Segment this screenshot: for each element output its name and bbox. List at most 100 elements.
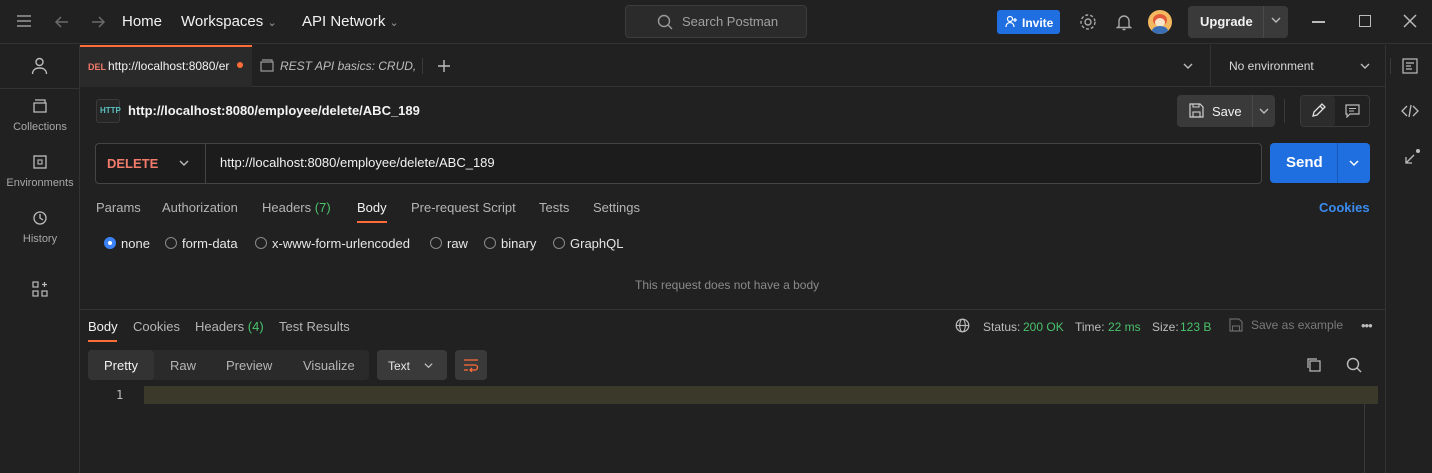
environment-select[interactable]: No environment [1210, 45, 1385, 87]
chevron-down-icon: ⌄ [267, 17, 277, 29]
size-label: Size: [1152, 320, 1179, 334]
search-placeholder: Search Postman [682, 14, 779, 29]
maximize-icon[interactable] [1359, 15, 1371, 27]
chevron-down-icon[interactable] [1348, 157, 1360, 169]
cookies-link[interactable]: Cookies [1319, 200, 1370, 215]
forward-arrow-icon[interactable] [90, 14, 106, 30]
user-icon[interactable] [31, 57, 48, 75]
edit-button[interactable] [1301, 96, 1335, 126]
new-tab-icon[interactable] [437, 59, 451, 73]
search-icon[interactable] [1346, 357, 1362, 373]
request-tab-active[interactable]: DEL http://localhost:8080/er [80, 45, 252, 87]
status-label: Status: [983, 320, 1021, 334]
wrap-lines-button[interactable] [455, 350, 487, 380]
save-as-example-button[interactable]: Save as example [1251, 318, 1343, 332]
chevron-down-icon [1359, 60, 1371, 72]
resp-tab-cookies[interactable]: Cookies [133, 319, 180, 334]
tab-title: REST API basics: CRUD, [280, 59, 417, 73]
format-select[interactable]: Text [377, 350, 447, 380]
avatar[interactable] [1148, 10, 1172, 34]
tab-pre-request-script[interactable]: Pre-request Script [411, 200, 516, 215]
chevron-down-icon [178, 157, 190, 169]
radio-label: form-data [182, 236, 238, 251]
copy-icon[interactable] [1306, 357, 1322, 373]
request-title[interactable]: http://localhost:8080/employee/delete/AB… [128, 103, 420, 118]
invite-button[interactable]: Invite [997, 10, 1060, 34]
nav-home[interactable]: Home [122, 13, 162, 30]
method-label: DELETE [107, 156, 159, 171]
sidebar-item-collections[interactable]: Collections [0, 96, 80, 138]
status-value[interactable]: 200 OK [1023, 320, 1064, 334]
send-button[interactable]: Send [1270, 143, 1370, 183]
invite-label: Invite [1022, 16, 1054, 30]
nav-workspaces-label: Workspaces [181, 13, 264, 30]
view-raw[interactable]: Raw [170, 358, 196, 373]
wrap-lines-icon [463, 358, 479, 372]
response-code-line[interactable] [144, 386, 1378, 404]
radio-label: binary [501, 236, 537, 251]
tab-tests[interactable]: Tests [539, 200, 569, 215]
sidebar-item-environments[interactable]: Environments [0, 152, 80, 194]
view-pretty-label: Pretty [104, 358, 138, 373]
nav-workspaces[interactable]: Workspaces ⌄ [181, 13, 277, 30]
chevron-down-icon[interactable] [1270, 14, 1282, 26]
bell-icon[interactable] [1116, 13, 1132, 31]
active-tab-underline [88, 340, 117, 342]
sidebar-item-history[interactable]: History [0, 208, 80, 250]
upgrade-button[interactable]: Upgrade [1188, 6, 1288, 38]
save-button[interactable]: Save [1177, 95, 1275, 127]
headers-count: (7) [314, 200, 331, 215]
view-preview[interactable]: Preview [226, 358, 272, 373]
tab-params[interactable]: Params [96, 200, 141, 215]
url-bar: DELETE http://localhost:8080/employee/de… [95, 143, 1262, 184]
url-input[interactable]: http://localhost:8080/employee/delete/AB… [220, 155, 495, 170]
resp-tab-headers[interactable]: Headers (4) [195, 319, 264, 334]
send-label: Send [1286, 154, 1323, 171]
comment-icon[interactable] [1345, 104, 1360, 118]
time-label: Time: [1075, 320, 1105, 334]
sidebar-item-label: Collections [13, 121, 67, 133]
resp-tab-body[interactable]: Body [88, 319, 118, 334]
chevron-down-icon[interactable] [1258, 105, 1270, 117]
close-icon[interactable] [1403, 14, 1417, 28]
apps-grid-icon[interactable] [32, 281, 48, 297]
search-input[interactable]: Search Postman [625, 5, 807, 38]
view-visualize[interactable]: Visualize [303, 358, 355, 373]
gear-icon[interactable] [1079, 13, 1097, 31]
nav-api-network-label: API Network [302, 13, 386, 30]
time-value[interactable]: 22 ms [1108, 320, 1141, 334]
more-options-icon[interactable]: ••• [1361, 318, 1373, 333]
tab-settings[interactable]: Settings [593, 200, 640, 215]
edit-comment-group [1300, 95, 1370, 127]
related-icon[interactable] [1403, 148, 1421, 166]
minimize-icon[interactable] [1312, 21, 1325, 23]
tabs-overflow-chevron-icon[interactable] [1182, 60, 1194, 72]
upgrade-label: Upgrade [1200, 14, 1253, 29]
environment-quicklook-icon[interactable] [1402, 58, 1418, 74]
back-arrow-icon[interactable] [54, 14, 70, 30]
line-number: 1 [116, 388, 124, 402]
pencil-icon [1311, 103, 1326, 118]
nav-api-network[interactable]: API Network ⌄ [302, 13, 399, 30]
view-pretty[interactable]: Pretty [88, 350, 154, 380]
tab-method-badge: DEL [88, 62, 106, 72]
response-divider [80, 309, 1385, 310]
resp-tab-test-results[interactable]: Test Results [279, 319, 350, 334]
divider [1252, 95, 1253, 127]
size-value[interactable]: 123 B [1180, 320, 1211, 334]
menu-icon[interactable] [16, 14, 32, 28]
tab-authorization[interactable]: Authorization [162, 200, 238, 215]
code-icon[interactable] [1401, 103, 1419, 119]
active-tab-underline [357, 221, 387, 223]
request-tab[interactable]: REST API basics: CRUD, [252, 45, 422, 87]
method-select[interactable]: DELETE [96, 144, 206, 183]
radio-label: GraphQL [570, 236, 624, 251]
divider [1337, 143, 1338, 183]
tab-divider [422, 58, 423, 74]
tab-body[interactable]: Body [357, 200, 387, 215]
search-icon [657, 14, 673, 30]
vertical-scrollbar[interactable] [1364, 404, 1365, 473]
tab-headers[interactable]: Headers (7) [262, 200, 331, 215]
sidebar-item-label: History [22, 233, 58, 245]
globe-icon[interactable] [955, 318, 970, 333]
